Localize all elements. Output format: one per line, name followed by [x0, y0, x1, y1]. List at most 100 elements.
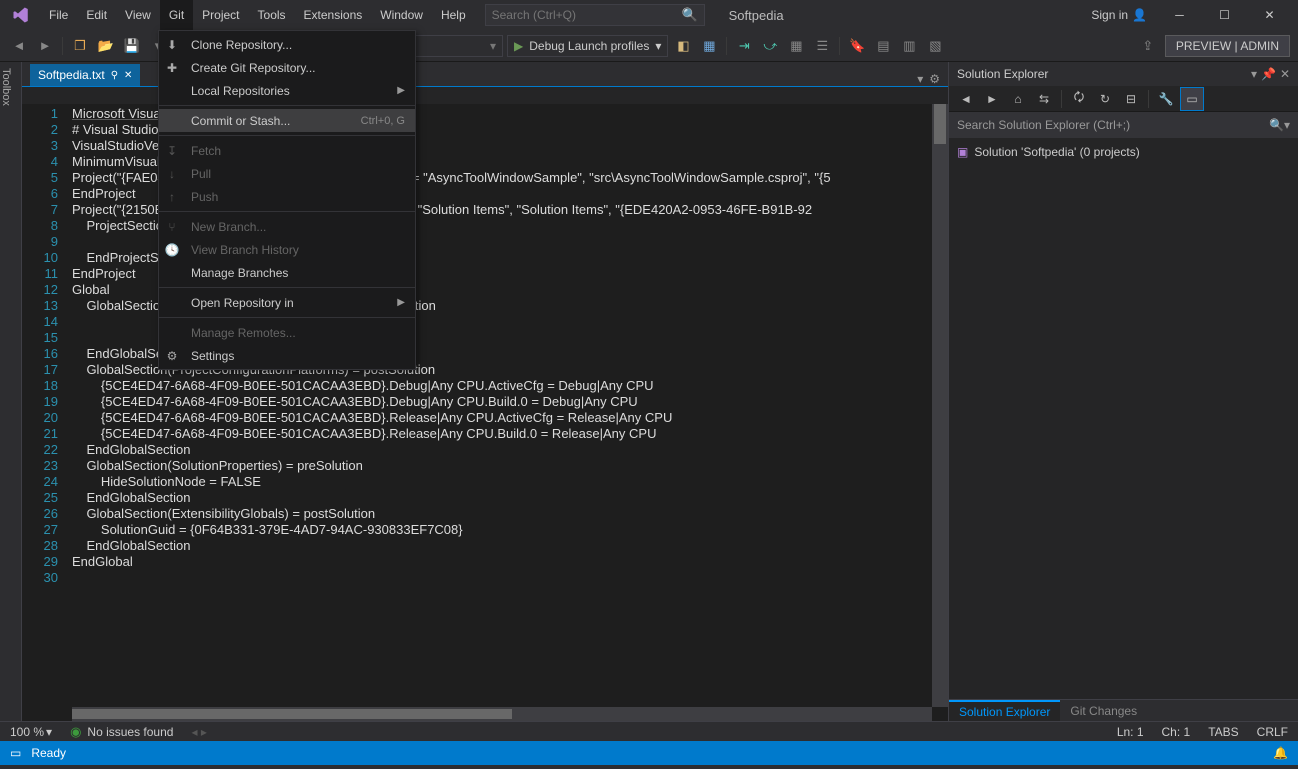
sign-in-button[interactable]: Sign in 👤: [1085, 8, 1153, 22]
title-bar: File Edit View Git Project Tools Extensi…: [0, 0, 1298, 30]
char-indicator[interactable]: Ch: 1: [1162, 725, 1191, 739]
issues-label: No issues found: [87, 725, 173, 739]
git-open-repo-in-item[interactable]: Open Repository in ▶: [159, 291, 415, 314]
tab-git-changes[interactable]: Git Changes: [1060, 700, 1147, 721]
close-button[interactable]: ✕: [1247, 0, 1292, 30]
panel-header[interactable]: Solution Explorer ▾ 📌 ✕: [949, 62, 1298, 86]
right-panel-tabs: Solution Explorer Git Changes: [949, 699, 1298, 721]
git-manage-branches-item[interactable]: Manage Branches: [159, 261, 415, 284]
open-file-button[interactable]: 📂: [95, 35, 117, 57]
close-tab-icon[interactable]: ✕: [124, 70, 132, 81]
status-bar: ▭ Ready 🔔: [0, 741, 1298, 765]
vs-logo-icon: [10, 4, 32, 26]
tb-icon-1[interactable]: ◧: [672, 35, 694, 57]
nav-back-button[interactable]: ◄: [8, 35, 30, 57]
solution-icon: ▣: [957, 145, 968, 159]
solution-search[interactable]: Search Solution Explorer (Ctrl+;) 🔍▾: [949, 112, 1298, 138]
git-pull-item: ↓ Pull: [159, 162, 415, 185]
refresh-icon[interactable]: ↻: [1094, 88, 1116, 110]
new-project-button[interactable]: ❐: [69, 35, 91, 57]
solution-explorer-panel: Solution Explorer ▾ 📌 ✕ ◄ ► ⌂ ⇆ 🗘 ↻ ⊟ 🔧 …: [948, 62, 1298, 721]
bookmark-icon[interactable]: 🔖: [846, 35, 868, 57]
tb-icon-5[interactable]: ▦: [785, 35, 807, 57]
step-into-icon[interactable]: ⇥: [733, 35, 755, 57]
maximize-button[interactable]: ☐: [1202, 0, 1247, 30]
launch-profile-dropdown[interactable]: ▶ Debug Launch profiles ▾: [507, 35, 668, 57]
switch-view-icon[interactable]: ⇆: [1033, 88, 1055, 110]
horizontal-scrollbar[interactable]: [72, 707, 932, 721]
live-share-icon[interactable]: ⇪: [1137, 35, 1159, 57]
line-indicator[interactable]: Ln: 1: [1117, 725, 1144, 739]
menu-extensions[interactable]: Extensions: [295, 0, 372, 30]
separator: [159, 105, 415, 106]
doc-tab-label: Softpedia.txt: [38, 68, 105, 82]
gear-icon: ⚙: [163, 349, 181, 363]
tb-icon-9[interactable]: ▥: [898, 35, 920, 57]
save-button[interactable]: 💾: [121, 35, 143, 57]
separator: [159, 211, 415, 212]
menu-git[interactable]: Git: [160, 0, 193, 30]
tb-icon-8[interactable]: ▤: [872, 35, 894, 57]
tabs-indicator[interactable]: TABS: [1208, 725, 1238, 739]
tb-icon-10[interactable]: ▧: [924, 35, 946, 57]
vertical-scrollbar[interactable]: [932, 104, 948, 707]
panel-menu-icon[interactable]: ▾: [1251, 67, 1257, 81]
git-commit-item[interactable]: Commit or Stash... Ctrl+0, G: [159, 109, 415, 132]
preview-icon[interactable]: ▭: [1181, 88, 1203, 110]
git-clone-item[interactable]: ⬇ Clone Repository...: [159, 33, 415, 56]
menu-tools[interactable]: Tools: [249, 0, 295, 30]
sync-icon[interactable]: 🗘: [1068, 88, 1090, 110]
solution-root-label: Solution 'Softpedia' (0 projects): [974, 145, 1139, 159]
menu-view[interactable]: View: [116, 0, 160, 30]
git-view-history-item: 🕓 View Branch History: [159, 238, 415, 261]
nav-fwd-button[interactable]: ►: [34, 35, 56, 57]
crlf-indicator[interactable]: CRLF: [1257, 725, 1288, 739]
minimize-button[interactable]: ─: [1157, 0, 1202, 30]
collapse-icon[interactable]: ⊟: [1120, 88, 1142, 110]
menu-help[interactable]: Help: [432, 0, 475, 30]
doc-tab-softpedia[interactable]: Softpedia.txt ⚲ ✕: [30, 64, 140, 86]
step-over-icon[interactable]: ⤻: [759, 35, 781, 57]
chevron-right-icon: ▶: [397, 85, 405, 96]
zoom-control[interactable]: 100 % ▾: [10, 725, 52, 739]
home-icon[interactable]: ⌂: [1007, 88, 1029, 110]
menu-window[interactable]: Window: [371, 0, 432, 30]
solution-root-node[interactable]: ▣ Solution 'Softpedia' (0 projects): [957, 142, 1290, 162]
global-search-input[interactable]: [492, 8, 682, 22]
menu-project[interactable]: Project: [193, 0, 248, 30]
separator: [159, 287, 415, 288]
search-options-icon[interactable]: 🔍▾: [1269, 118, 1290, 132]
gear-icon[interactable]: ⚙: [929, 72, 940, 86]
menu-file[interactable]: File: [40, 0, 77, 30]
issues-indicator[interactable]: ◉ No issues found: [70, 724, 173, 740]
git-manage-remotes-item: Manage Remotes...: [159, 321, 415, 344]
tab-solution-explorer[interactable]: Solution Explorer: [949, 700, 1060, 721]
launch-profile-label: Debug Launch profiles: [529, 39, 649, 53]
solution-tree[interactable]: ▣ Solution 'Softpedia' (0 projects): [949, 138, 1298, 166]
preview-admin-button[interactable]: PREVIEW | ADMIN: [1165, 35, 1290, 57]
toolbox-tab[interactable]: Toolbox: [0, 62, 22, 721]
git-local-repos-item[interactable]: Local Repositories ▶: [159, 79, 415, 102]
back-icon[interactable]: ◄: [955, 88, 977, 110]
global-search[interactable]: 🔍: [485, 4, 705, 26]
fwd-icon[interactable]: ►: [981, 88, 1003, 110]
pin-icon[interactable]: 📌: [1261, 67, 1276, 81]
pin-icon[interactable]: ⚲: [111, 70, 118, 81]
close-panel-icon[interactable]: ✕: [1280, 67, 1290, 81]
status-ready: Ready: [31, 746, 66, 760]
sign-in-label: Sign in: [1091, 8, 1128, 22]
tab-overflow-icon[interactable]: ▾: [917, 72, 923, 86]
shortcut-label: Ctrl+0, G: [361, 115, 405, 127]
solution-search-placeholder: Search Solution Explorer (Ctrl+;): [957, 118, 1130, 132]
git-create-repo-item[interactable]: ✚ Create Git Repository...: [159, 56, 415, 79]
notifications-icon[interactable]: 🔔: [1273, 746, 1288, 760]
wrench-icon[interactable]: 🔧: [1155, 88, 1177, 110]
separator: [159, 135, 415, 136]
separator: [1061, 90, 1062, 108]
tb-icon-6[interactable]: ☰: [811, 35, 833, 57]
tb-icon-2[interactable]: ▦: [698, 35, 720, 57]
git-fetch-item: ↧ Fetch: [159, 139, 415, 162]
separator: [62, 37, 63, 55]
menu-edit[interactable]: Edit: [77, 0, 116, 30]
git-settings-item[interactable]: ⚙ Settings: [159, 344, 415, 367]
